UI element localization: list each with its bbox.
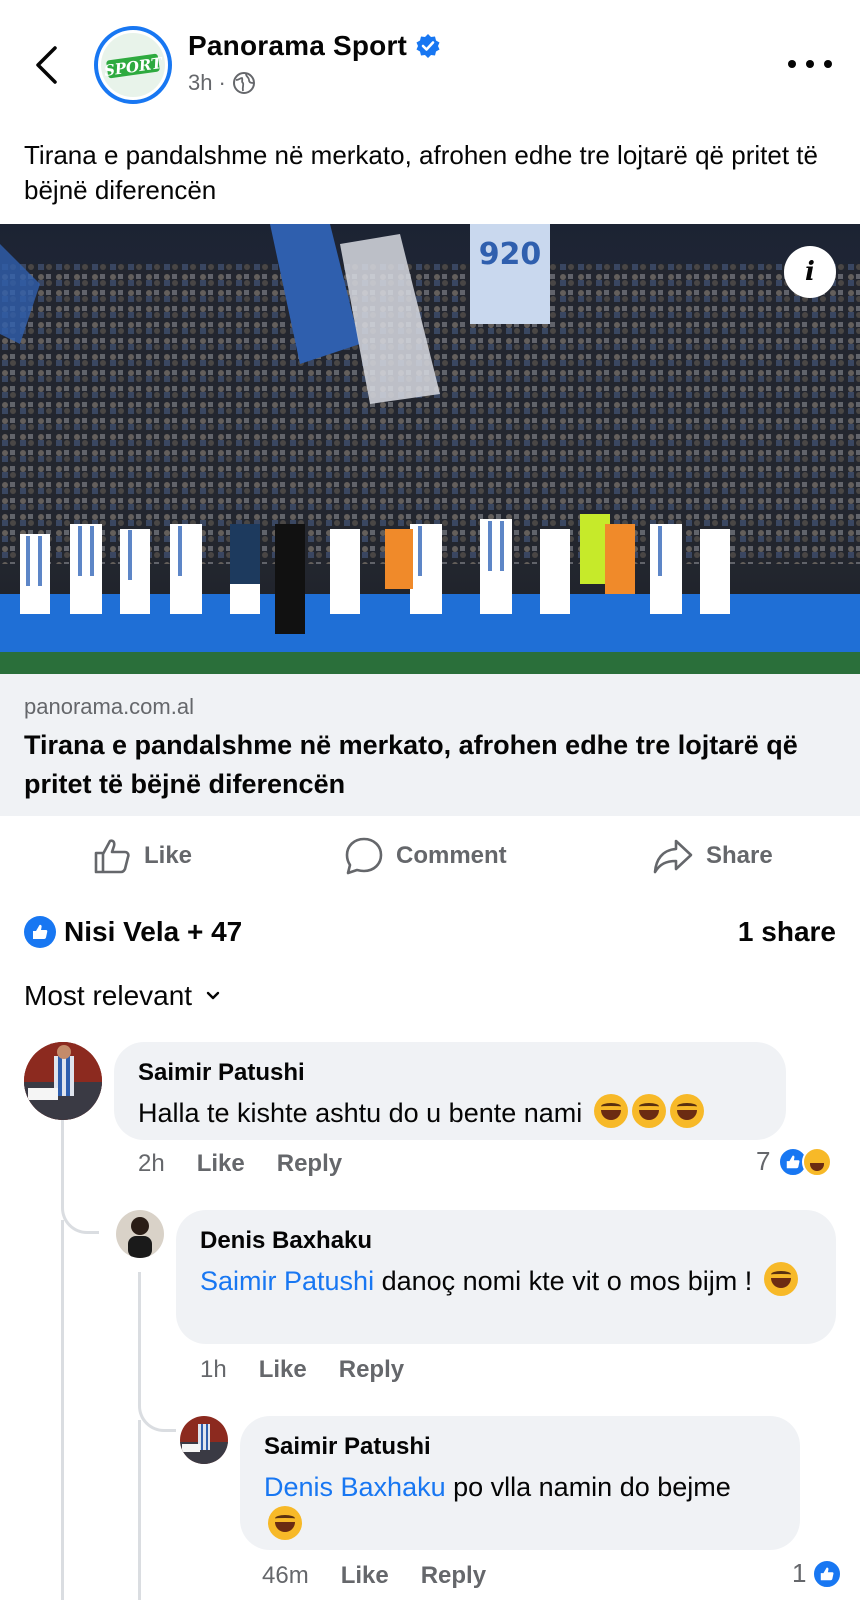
chevron-left-icon xyxy=(36,46,57,84)
commenter-avatar[interactable] xyxy=(116,1210,164,1258)
back-button[interactable] xyxy=(26,40,66,90)
more-dot xyxy=(824,60,832,68)
page-logo: SPORT xyxy=(101,33,165,97)
page-name-label[interactable]: Panorama Sport xyxy=(188,30,407,62)
haha-reaction-icon xyxy=(802,1146,833,1177)
post-time[interactable]: 3h xyxy=(188,70,212,96)
post-actions: Like Comment Share xyxy=(0,826,860,886)
comment-author[interactable]: Denis Baxhaku xyxy=(200,1226,812,1256)
comment-meta: 2h Like Reply xyxy=(138,1150,374,1178)
comment-text: Saimir Patushi danoç nomi kte vit o mos … xyxy=(200,1262,812,1300)
page-name[interactable]: Panorama Sport xyxy=(188,30,441,62)
comment-bubble[interactable]: Denis Baxhaku Saimir Patushi danoç nomi … xyxy=(176,1210,836,1344)
thumbs-up-icon xyxy=(94,839,130,874)
like-label: Like xyxy=(144,842,193,869)
comment-like-button[interactable]: Like xyxy=(341,1562,389,1590)
comment-meta: 1h Like Reply xyxy=(200,1356,436,1384)
avatar-photo xyxy=(116,1210,164,1258)
info-icon: i xyxy=(805,257,815,287)
rofl-emoji-icon xyxy=(763,1262,798,1296)
rofl-emoji-icon xyxy=(631,1094,666,1128)
comment-like-button[interactable]: Like xyxy=(197,1150,245,1178)
comment-mention[interactable]: Denis Baxhaku xyxy=(264,1472,446,1502)
comment-author[interactable]: Saimir Patushi xyxy=(264,1432,776,1462)
info-button[interactable]: i xyxy=(784,246,836,298)
reactions-summary: Nisi Vela + 47 1 share xyxy=(24,912,836,952)
link-title: Tirana e pandalshme në merkato, afrohen … xyxy=(24,730,798,799)
commenter-avatar[interactable] xyxy=(180,1416,228,1464)
more-dot xyxy=(788,60,796,68)
comment-like-button[interactable]: Like xyxy=(259,1356,307,1384)
comment-time[interactable]: 46m xyxy=(262,1562,309,1590)
share-label: Share xyxy=(706,842,773,869)
comment-label: Comment xyxy=(396,842,507,869)
comment-sort-dropdown[interactable]: Most relevant xyxy=(24,980,220,1012)
verified-badge-icon xyxy=(416,34,440,58)
meta-separator: · xyxy=(218,70,226,95)
rofl-emoji-icon xyxy=(593,1094,628,1128)
comment-reactions[interactable]: 1 xyxy=(792,1558,843,1589)
comment-button[interactable]: Comment xyxy=(344,826,507,886)
rofl-emoji-icon xyxy=(669,1094,704,1128)
like-reaction-icon xyxy=(812,1558,843,1589)
comment-author[interactable]: Saimir Patushi xyxy=(138,1058,762,1088)
link-domain: panorama.com.al xyxy=(24,694,194,719)
comment-time[interactable]: 2h xyxy=(138,1150,165,1178)
like-button[interactable]: Like xyxy=(92,826,192,886)
reactors-label: Nisi Vela + 47 xyxy=(64,916,243,947)
reaction-count: 7 xyxy=(756,1146,771,1176)
post-meta: 3h · xyxy=(188,70,256,96)
thread-line xyxy=(61,1104,99,1234)
stadium-crowd-photo: 920 xyxy=(0,224,860,674)
comment-text-body: Halla te kishte ashtu do u bente nami xyxy=(138,1098,583,1128)
thread-line xyxy=(61,1220,64,1600)
page-logo-text: SPORT xyxy=(103,54,163,80)
comment-bubble[interactable]: Saimir Patushi Halla te kishte ashtu do … xyxy=(114,1042,786,1140)
comment-time[interactable]: 1h xyxy=(200,1356,227,1384)
share-icon xyxy=(653,839,693,874)
post-header: SPORT Panorama Sport 3h · xyxy=(0,0,860,120)
chevron-down-icon xyxy=(206,991,220,1000)
link-preview[interactable]: panorama.com.al Tirana e pandalshme në m… xyxy=(0,674,860,816)
reaction-count: 1 xyxy=(792,1558,807,1588)
avatar-photo xyxy=(180,1416,228,1464)
more-options-button[interactable] xyxy=(788,52,832,76)
comment-reactions[interactable]: 7 xyxy=(756,1146,833,1177)
comment-text: Halla te kishte ashtu do u bente nami xyxy=(138,1094,762,1132)
svg-text:920: 920 xyxy=(479,237,542,272)
thread-line xyxy=(138,1272,176,1432)
sort-label: Most relevant xyxy=(24,980,193,1011)
comment-reply-button[interactable]: Reply xyxy=(277,1150,342,1178)
like-reaction-icon xyxy=(24,916,56,948)
comment-reply-button[interactable]: Reply xyxy=(421,1562,486,1590)
comment-text-body: danoç nomi kte vit o mos bijm ! xyxy=(374,1266,753,1296)
rofl-emoji-icon xyxy=(268,1506,302,1540)
comment-meta: 46m Like Reply xyxy=(262,1562,518,1590)
comment-text-body: po vlla namin do bejme xyxy=(445,1472,731,1502)
thread-line xyxy=(138,1420,141,1600)
commenter-avatar[interactable] xyxy=(24,1042,102,1120)
comment-mention[interactable]: Saimir Patushi xyxy=(200,1266,374,1296)
page-avatar[interactable]: SPORT xyxy=(94,26,172,104)
globe-icon xyxy=(232,72,255,94)
comment-bubble[interactable]: Saimir Patushi Denis Baxhaku po vlla nam… xyxy=(240,1416,800,1550)
reactors[interactable]: Nisi Vela + 47 xyxy=(24,916,242,948)
post-image[interactable]: 920 i xyxy=(0,224,860,674)
shares-count[interactable]: 1 share xyxy=(738,916,836,948)
comment-text: Denis Baxhaku po vlla namin do bejme xyxy=(264,1468,776,1544)
avatar-photo xyxy=(24,1042,102,1120)
more-dot xyxy=(806,60,814,68)
comment-reply-button[interactable]: Reply xyxy=(339,1356,404,1384)
comment-icon xyxy=(345,837,383,875)
share-button[interactable]: Share xyxy=(652,826,773,886)
post-text: Tirana e pandalshme në merkato, afrohen … xyxy=(24,140,818,205)
